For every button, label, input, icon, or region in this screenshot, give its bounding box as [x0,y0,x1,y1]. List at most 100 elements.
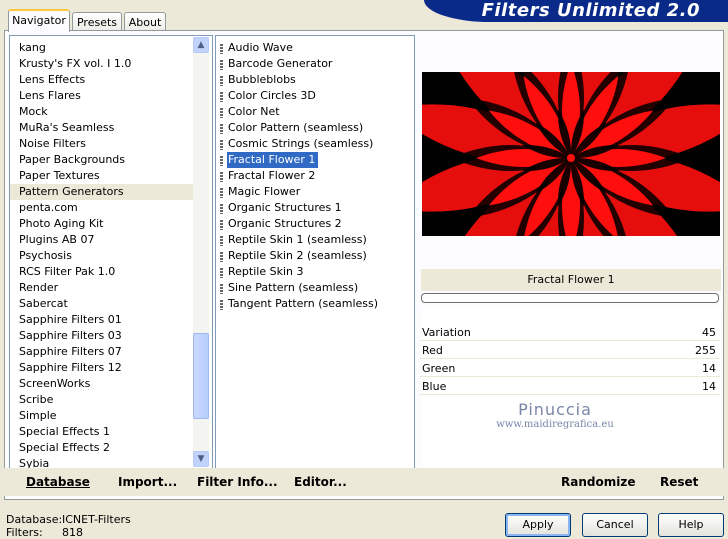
grip-icon [220,300,223,310]
parameter-row[interactable]: Green 14 [420,360,720,377]
filter-item[interactable]: Organic Structures 1 [216,200,414,216]
watermark-name: Pinuccia [518,400,592,419]
filter-item-label: Organic Structures 1 [228,201,342,214]
bottom-toolbar: Database Import... Filter Info... Editor… [4,468,724,496]
filter-item-label: Cosmic Strings (seamless) [228,137,374,150]
filter-item-label: Barcode Generator [228,57,333,70]
category-item[interactable]: Krusty's FX vol. I 1.0 [10,56,194,72]
tab-about[interactable]: About [124,12,166,32]
cancel-button[interactable]: Cancel [582,513,648,537]
category-item[interactable]: Mock [10,104,194,120]
filter-item[interactable]: Barcode Generator [216,56,414,72]
editor-button[interactable]: Editor... [294,474,347,490]
grip-icon [220,220,223,230]
category-item[interactable]: RCS Filter Pak 1.0 [10,264,194,280]
filter-item-label: Bubbleblobs [228,73,296,86]
grip-icon [220,44,223,54]
filter-item[interactable]: Organic Structures 2 [216,216,414,232]
filter-item[interactable]: Reptile Skin 2 (seamless) [216,248,414,264]
category-item[interactable]: Sapphire Filters 12 [10,360,194,376]
parameter-row[interactable]: Blue 14 [420,378,720,395]
category-item[interactable]: Psychosis [10,248,194,264]
category-item[interactable]: Simple [10,408,194,424]
filter-item-label: Magic Flower [228,185,301,198]
filter-item[interactable]: Color Circles 3D [216,88,414,104]
category-item[interactable]: Paper Backgrounds [10,152,194,168]
help-button[interactable]: Help [658,513,724,537]
filter-item[interactable]: Fractal Flower 2 [216,168,414,184]
filter-item[interactable]: Bubbleblobs [216,72,414,88]
grip-icon [220,92,223,102]
filter-item[interactable]: Sine Pattern (seamless) [216,280,414,296]
category-scrollbar[interactable]: ▲ ▼ [193,37,209,467]
grip-icon [220,76,223,86]
scroll-up-button[interactable]: ▲ [193,37,209,53]
filter-item-label: Color Net [228,105,280,118]
parameter-label: Red [422,344,443,357]
category-item[interactable]: Noise Filters [10,136,194,152]
status-database-label: Database: [6,513,63,526]
grip-icon [220,268,223,278]
parameter-value: 255 [695,344,716,357]
apply-button[interactable]: Apply [505,513,571,537]
category-item[interactable]: Sapphire Filters 07 [10,344,194,360]
category-item[interactable]: MuRa's Seamless [10,120,194,136]
category-item[interactable]: penta.com [10,200,194,216]
filter-item[interactable]: Tangent Pattern (seamless) [216,296,414,312]
category-item[interactable]: Render [10,280,194,296]
scroll-thumb[interactable] [193,333,209,419]
randomize-button[interactable]: Randomize [561,474,635,490]
grip-icon [220,204,223,214]
category-item[interactable]: Pattern Generators [10,184,194,200]
filter-item[interactable]: Cosmic Strings (seamless) [216,136,414,152]
watermark-url: www.maidiregrafica.eu [496,419,614,430]
category-item[interactable]: Sapphire Filters 03 [10,328,194,344]
filter-list[interactable]: Audio Wave Barcode Generator Bubbleblobs Co… [215,35,415,471]
filter-item-label: Fractal Flower 1 [227,152,319,168]
filter-item[interactable]: Reptile Skin 3 [216,264,414,280]
grip-icon [220,284,223,294]
parameter-label: Blue [422,380,447,393]
parameter-value: 14 [702,362,716,375]
category-item[interactable]: Special Effects 1 [10,424,194,440]
category-item[interactable]: Scribe [10,392,194,408]
filter-info-button[interactable]: Filter Info... [197,474,278,490]
preview-image [422,72,720,236]
scroll-down-button[interactable]: ▼ [193,451,209,467]
category-item[interactable]: Sabercat [10,296,194,312]
parameter-row[interactable]: Red 255 [420,342,720,359]
filter-item[interactable]: Color Net [216,104,414,120]
preview-filter-name: Fractal Flower 1 [421,269,721,291]
grip-icon [220,188,223,198]
database-button[interactable]: Database [26,474,90,490]
category-item[interactable]: Sapphire Filters 01 [10,312,194,328]
category-item[interactable]: Plugins AB 07 [10,232,194,248]
filter-item-label: Reptile Skin 3 [228,265,304,278]
category-list[interactable]: kang Krusty's FX vol. I 1.0 Lens Effects Le… [9,35,213,471]
category-item[interactable]: ScreenWorks [10,376,194,392]
reset-button[interactable]: Reset [660,474,698,490]
category-item[interactable]: Lens Effects [10,72,194,88]
category-item[interactable]: Lens Flares [10,88,194,104]
filter-item-label: Organic Structures 2 [228,217,342,230]
parameter-value: 45 [702,326,716,339]
parameter-row[interactable]: Variation 45 [420,324,720,341]
parameter-value: 14 [702,380,716,393]
grip-icon [220,172,223,182]
category-item[interactable]: Paper Textures [10,168,194,184]
tab-navigator[interactable]: Navigator [8,9,70,32]
category-item[interactable]: Special Effects 2 [10,440,194,456]
filter-item[interactable]: Magic Flower [216,184,414,200]
filter-item-label: Color Pattern (seamless) [228,121,364,134]
tab-presets[interactable]: Presets [72,12,122,32]
category-item[interactable]: Photo Aging Kit [10,216,194,232]
import-button[interactable]: Import... [118,474,177,490]
filter-item[interactable]: Color Pattern (seamless) [216,120,414,136]
filter-item[interactable]: Fractal Flower 1 [216,152,414,168]
flower-center [567,154,575,162]
category-item[interactable]: kang [10,40,194,56]
grip-icon [220,140,223,150]
title-banner: Filters Unlimited 2.0 [424,0,728,22]
filter-item[interactable]: Reptile Skin 1 (seamless) [216,232,414,248]
filter-item[interactable]: Audio Wave [216,40,414,56]
